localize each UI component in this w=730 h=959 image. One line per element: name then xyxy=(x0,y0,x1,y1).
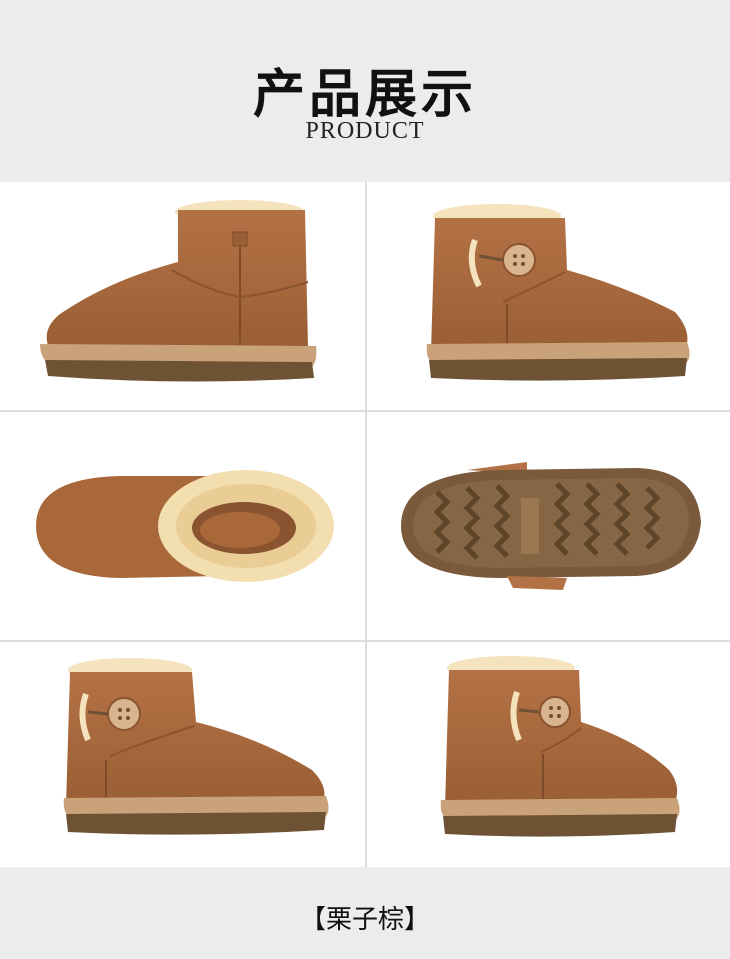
page-subtitle: PRODUCT xyxy=(305,118,425,144)
product-photo-side-left[interactable] xyxy=(0,182,365,410)
product-photo-side-button[interactable] xyxy=(367,182,730,410)
boot-angle-right-image xyxy=(440,656,680,837)
boot-side-button-image xyxy=(426,204,690,381)
product-photo-sole-view[interactable] xyxy=(367,412,730,640)
boot-angle-left-image xyxy=(63,658,329,835)
color-variant-label: 【栗子棕】 xyxy=(299,905,430,935)
boot-side-left-image xyxy=(40,200,317,382)
product-photo-angle-right[interactable] xyxy=(367,642,730,867)
product-photo-angle-left[interactable] xyxy=(0,642,365,867)
product-photo-top-view[interactable] xyxy=(0,412,365,640)
header: 产品展示 PRODUCT xyxy=(0,0,730,182)
footer: 【栗子棕】 xyxy=(0,867,730,959)
boot-sole-image xyxy=(401,462,701,590)
page-title: 产品展示 xyxy=(252,65,477,125)
product-gallery xyxy=(0,182,730,867)
boot-top-view-image xyxy=(36,470,334,582)
